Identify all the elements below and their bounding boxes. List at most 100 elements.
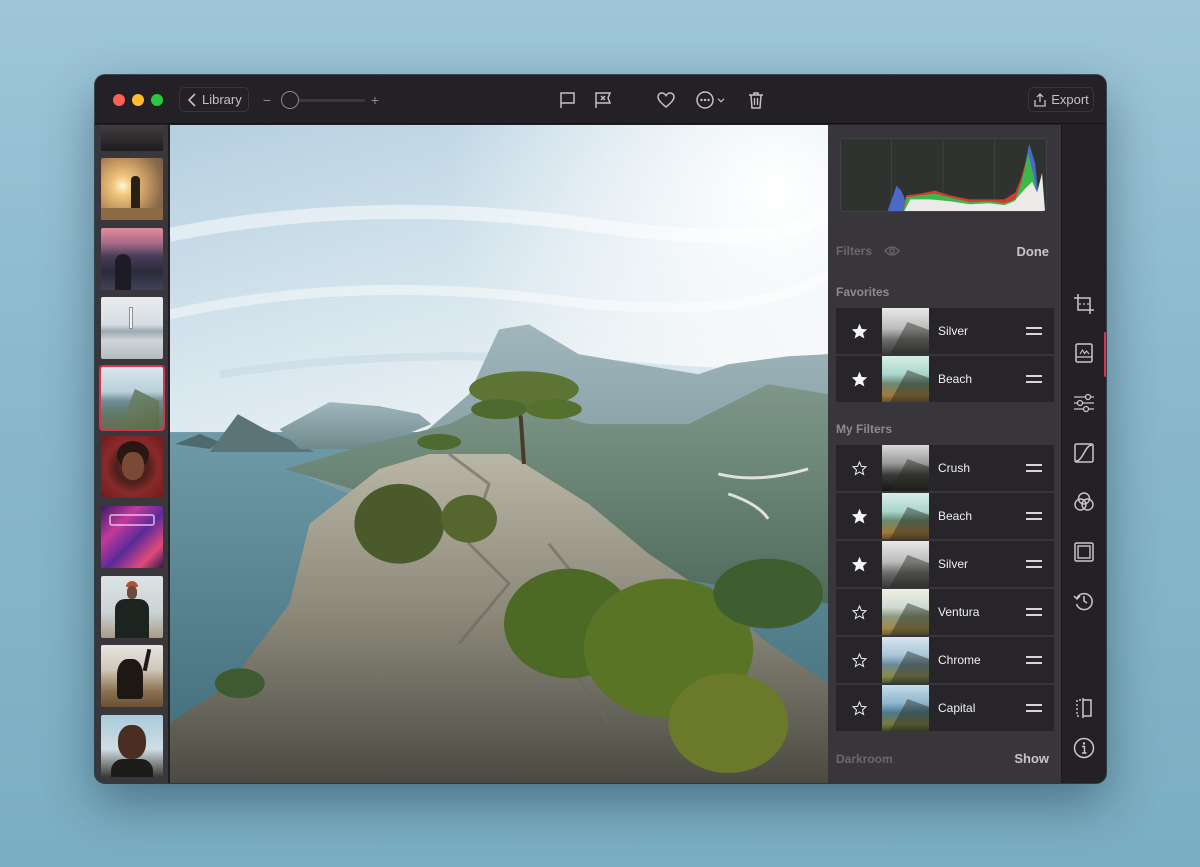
history-tool-button[interactable] [1073, 590, 1095, 612]
reject-flag-icon [595, 92, 612, 108]
filter-row-beach[interactable]: Beach [836, 356, 1054, 402]
filter-row-beach[interactable]: Beach [836, 493, 1054, 539]
body-shape [115, 599, 149, 638]
filter-row-crush[interactable]: Crush [836, 445, 1054, 491]
favorite-toggle[interactable] [836, 508, 882, 524]
filter-row-silver[interactable]: Silver [836, 541, 1054, 587]
show-darkroom-button[interactable]: Show [1014, 751, 1049, 766]
filters-icon [1075, 343, 1093, 363]
curves-icon [1074, 443, 1094, 463]
filter-preview-thumbnail [882, 493, 929, 539]
star-outline-icon [851, 700, 867, 716]
filter-row-capital[interactable]: Capital [836, 685, 1054, 731]
filter-name: Silver [938, 557, 969, 571]
drag-handle-icon[interactable] [1026, 375, 1042, 383]
drag-handle-icon[interactable] [1026, 512, 1042, 520]
zoom-slider[interactable] [277, 89, 365, 111]
compare-button[interactable] [1073, 697, 1095, 719]
close-window-button[interactable] [113, 94, 125, 106]
zoom-window-button[interactable] [151, 94, 163, 106]
filter-preview-thumbnail [882, 541, 929, 587]
drag-handle-icon[interactable] [1026, 327, 1042, 335]
filters-header: Filters Done [836, 242, 1049, 260]
favorite-toggle[interactable] [836, 700, 882, 716]
frame-icon [1074, 542, 1094, 562]
flag-button[interactable] [557, 89, 579, 111]
my-filters-list: Crush Beach Silver Ventura Chrome Capital [836, 445, 1054, 733]
filter-name: Capital [938, 701, 976, 715]
info-icon [1073, 737, 1095, 759]
drag-handle-icon[interactable] [1026, 464, 1042, 472]
zoom-out-icon[interactable]: − [261, 92, 273, 108]
tool-rail [1061, 125, 1106, 783]
filmstrip[interactable] [95, 125, 169, 783]
preview-mountain-shape [890, 699, 929, 731]
thumbnail-city-evening-street[interactable] [101, 228, 163, 290]
thumbnail-portrait-curly-hair[interactable] [101, 436, 163, 498]
favorite-toggle[interactable] [836, 371, 882, 387]
more-options-button[interactable] [693, 89, 729, 111]
preview-mountain-shape [890, 603, 929, 635]
favorite-toggle[interactable] [836, 556, 882, 572]
preview-mountain-shape [890, 459, 929, 491]
arm-shape [142, 648, 152, 672]
drag-handle-icon[interactable] [1026, 560, 1042, 568]
thumbnail-neon-sign-portrait[interactable] [101, 506, 163, 568]
crop-tool-button[interactable] [1073, 293, 1095, 315]
preview-mountain-shape [890, 370, 929, 402]
filters-panel: Filters Done Favorites Silver Beach My Fi… [828, 125, 1061, 783]
curves-tool-button[interactable] [1073, 442, 1095, 464]
thumbnail-coastal-mountain[interactable] [99, 365, 165, 431]
delete-button[interactable] [745, 89, 767, 111]
head-shape [127, 586, 137, 599]
zoom-in-icon[interactable]: + [369, 92, 381, 108]
filter-row-silver[interactable]: Silver [836, 308, 1054, 354]
drag-handle-icon[interactable] [1026, 704, 1042, 712]
favorite-button[interactable] [655, 89, 677, 111]
filter-row-ventura[interactable]: Ventura [836, 589, 1054, 635]
filter-name: Crush [938, 461, 971, 475]
preview-mountain-shape [890, 322, 929, 354]
thumbnail-lighthouse-pier[interactable] [101, 297, 163, 359]
thumbnail-dancing-silhouette[interactable] [101, 645, 163, 707]
filter-name: Ventura [938, 605, 980, 619]
favorite-toggle[interactable] [836, 652, 882, 668]
favorite-toggle[interactable] [836, 604, 882, 620]
star-filled-icon [851, 323, 867, 339]
export-button[interactable]: Export [1028, 87, 1094, 112]
minimize-window-button[interactable] [132, 94, 144, 106]
star-filled-icon [851, 508, 867, 524]
thumbnail-sunset-silhouette[interactable] [101, 158, 163, 220]
histogram [840, 138, 1047, 212]
thumbnail-dark-strip[interactable] [101, 125, 163, 151]
eye-icon[interactable] [884, 245, 901, 257]
frame-tool-button[interactable] [1073, 541, 1095, 563]
adjust-tool-button[interactable] [1073, 392, 1095, 414]
favorites-list: Silver Beach [836, 308, 1054, 404]
drag-handle-icon[interactable] [1026, 656, 1042, 664]
favorite-toggle[interactable] [836, 460, 882, 476]
zoom-slider-knob[interactable] [280, 91, 299, 109]
drag-handle-icon[interactable] [1026, 608, 1042, 616]
lighthouse-shape [129, 307, 133, 329]
trash-icon [749, 92, 763, 109]
app-window: Library − + Export Filters Done Favorite… [95, 75, 1106, 783]
filter-row-chrome[interactable]: Chrome [836, 637, 1054, 683]
share-upload-icon [1034, 92, 1046, 107]
filter-preview-thumbnail [882, 637, 929, 683]
flag-icon [560, 92, 575, 108]
more-options-icon [696, 91, 714, 109]
preview-mountain-shape [890, 507, 929, 539]
info-button[interactable] [1073, 737, 1095, 759]
filters-tool-button[interactable] [1073, 342, 1095, 364]
thumbnail-man-black-turtleneck[interactable] [101, 576, 163, 638]
crop-icon [1074, 294, 1094, 314]
main-photo-canvas[interactable] [170, 125, 828, 783]
reject-button[interactable] [592, 89, 614, 111]
back-to-library-button[interactable]: Library [179, 87, 249, 112]
thumbnail-portrait-hand-over-face[interactable] [101, 715, 163, 777]
color-tool-button[interactable] [1073, 491, 1095, 513]
favorite-toggle[interactable] [836, 323, 882, 339]
person-shape [115, 254, 131, 290]
done-button[interactable]: Done [1017, 244, 1050, 259]
